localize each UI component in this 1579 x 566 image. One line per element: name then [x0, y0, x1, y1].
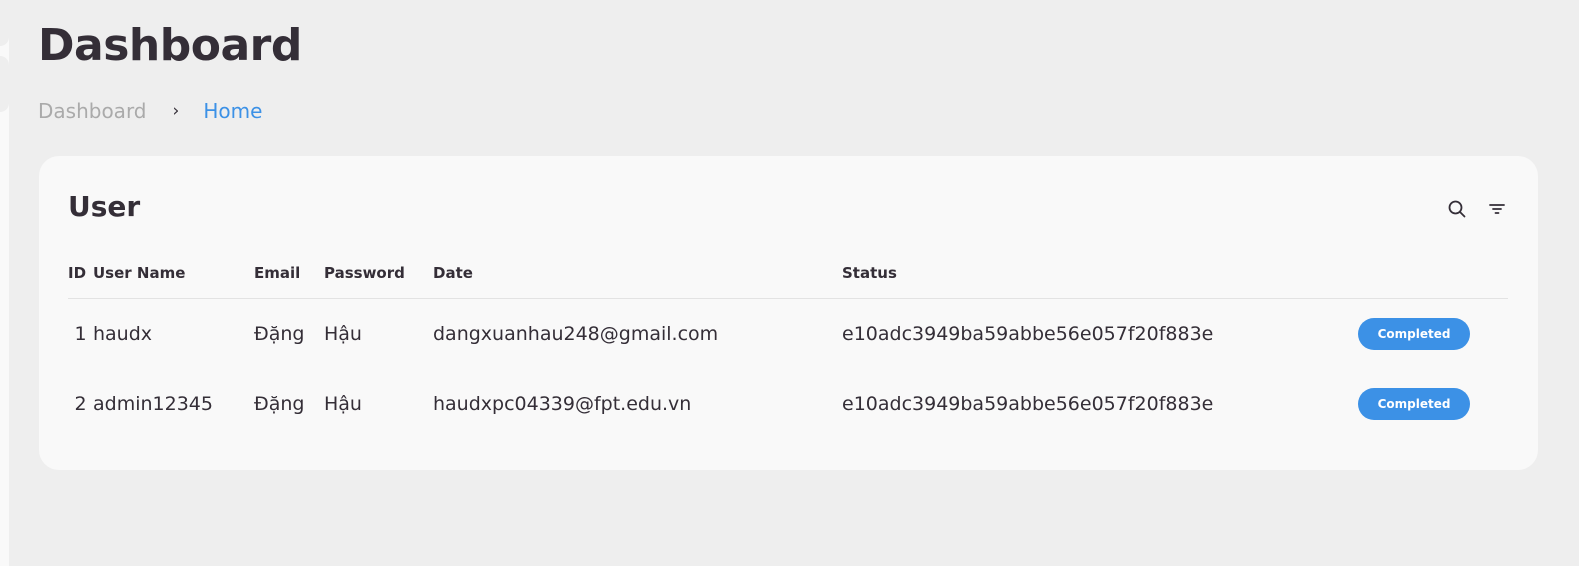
column-header: User Name	[93, 256, 254, 299]
filter-icon[interactable]	[1486, 198, 1508, 220]
cell-username: haudx	[93, 323, 153, 345]
breadcrumb: Dashboard › Home	[38, 98, 262, 124]
cell-text: Hậu	[324, 323, 362, 345]
cell-text: Đặng	[254, 323, 305, 345]
column-header: ID	[68, 256, 93, 299]
status-badge: Completed	[1358, 388, 1470, 420]
cell-text: Hậu	[324, 393, 362, 415]
user-card: User ID User Name Email Password Date St…	[39, 156, 1538, 470]
sidebar-edge-notch	[0, 56, 9, 112]
sidebar-edge	[0, 0, 9, 566]
breadcrumb-parent[interactable]: Dashboard	[38, 99, 147, 123]
cell-id: 1	[74, 323, 87, 345]
table-row[interactable]: 2 admin12345 Đặng Hậu haudxpc04339@fpt.e…	[68, 369, 1508, 439]
column-header: Status	[842, 256, 1358, 299]
cell-text: e10adc3949ba59abbe56e057f20f883e	[842, 393, 1214, 415]
search-icon[interactable]	[1446, 198, 1468, 220]
column-header: Date	[433, 256, 842, 299]
status-badge: Completed	[1358, 318, 1470, 350]
cell-text: Đặng	[254, 393, 305, 415]
table-header-row: ID User Name Email Password Date Status	[68, 256, 1508, 299]
breadcrumb-current[interactable]: Home	[203, 99, 262, 123]
column-header-empty	[1358, 256, 1508, 299]
cell-text: haudxpc04339@fpt.edu.vn	[433, 393, 692, 415]
user-table: ID User Name Email Password Date Status …	[68, 256, 1508, 439]
column-header: Password	[324, 256, 433, 299]
cell-username: admin12345	[93, 393, 213, 415]
cell-status: Completed	[1358, 369, 1508, 439]
cell-id: 2	[74, 393, 87, 415]
table-row[interactable]: 1 haudx Đặng Hậu dangxuanhau248@gmail.co…	[68, 299, 1508, 370]
page-title: Dashboard	[38, 20, 302, 71]
cell-text: dangxuanhau248@gmail.com	[433, 323, 719, 345]
cell-status: Completed	[1358, 299, 1508, 370]
sidebar-edge-notch	[0, 0, 9, 46]
column-header: Email	[254, 256, 324, 299]
chevron-right-icon: ›	[172, 101, 180, 121]
cell-text: e10adc3949ba59abbe56e057f20f883e	[842, 323, 1214, 345]
card-title: User	[68, 190, 141, 223]
